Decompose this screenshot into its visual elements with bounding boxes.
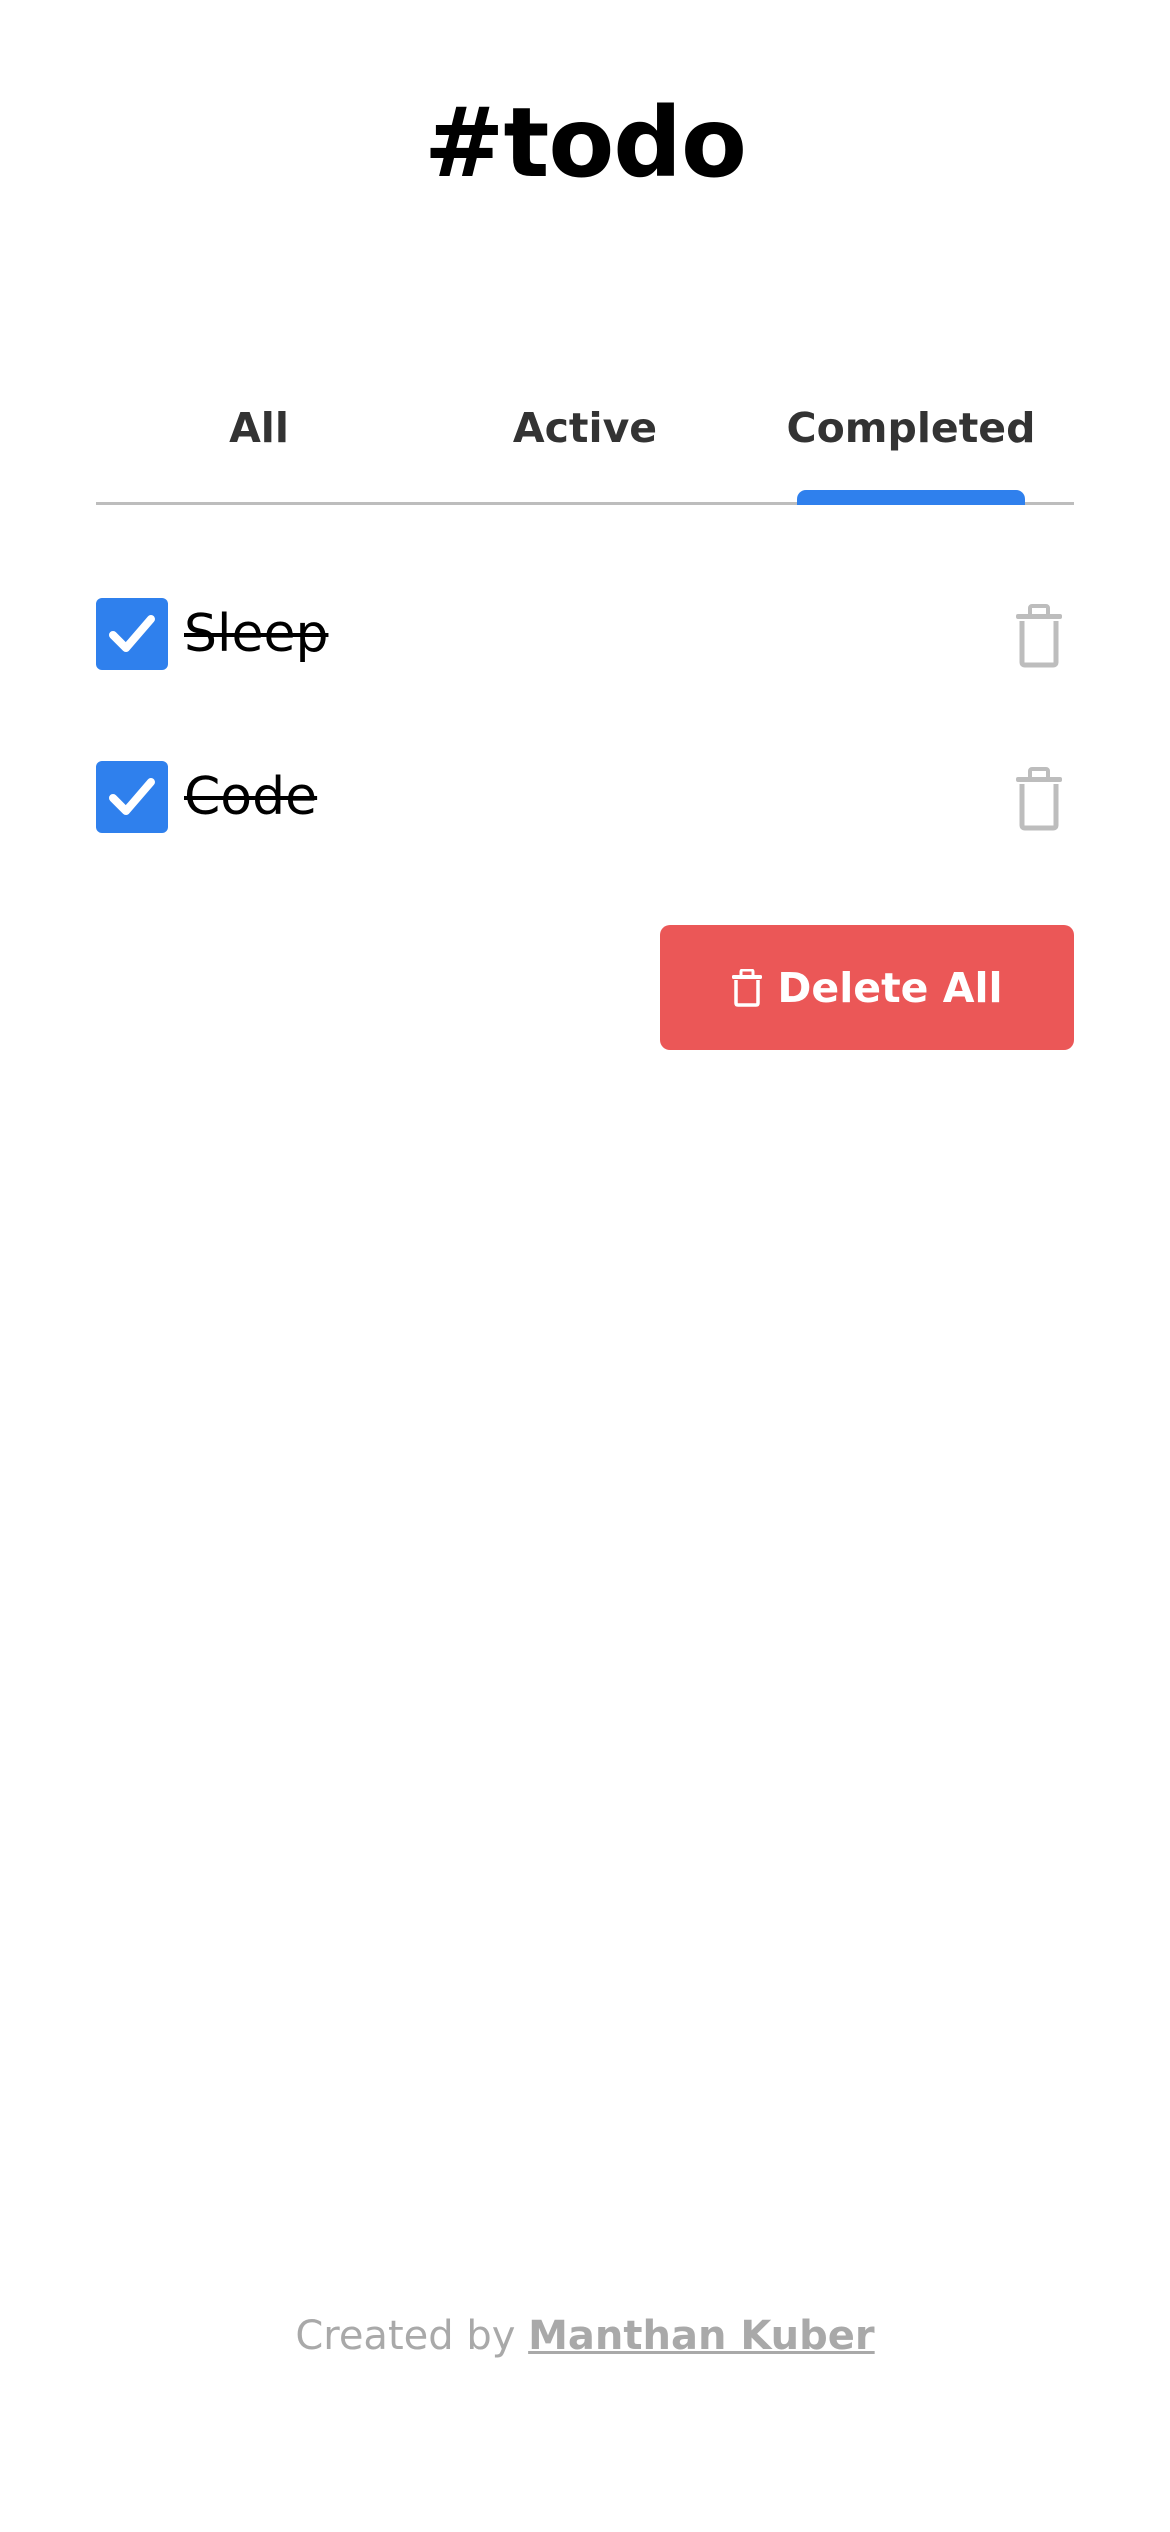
app-title: #todo bbox=[424, 87, 747, 199]
tab-completed[interactable]: Completed bbox=[748, 380, 1074, 505]
tab-all[interactable]: All bbox=[96, 380, 422, 502]
todo-item: Sleep bbox=[96, 598, 1074, 670]
trash-icon bbox=[732, 968, 763, 1007]
checkmark-icon bbox=[109, 615, 155, 652]
tab-active[interactable]: Active bbox=[422, 380, 748, 502]
todo-text: Sleep bbox=[184, 604, 329, 664]
checkmark-icon bbox=[109, 778, 155, 815]
delete-todo-button[interactable] bbox=[1014, 604, 1064, 668]
todo-text: Code bbox=[184, 767, 318, 827]
trash-icon bbox=[1016, 767, 1062, 831]
todo-checkbox[interactable] bbox=[96, 598, 168, 670]
delete-all-button[interactable]: Delete All bbox=[660, 925, 1074, 1050]
todo-list: Sleep Code bbox=[96, 598, 1074, 924]
author-link[interactable]: Manthan Kuber bbox=[528, 2313, 875, 2359]
footer: Created by Manthan Kuber bbox=[0, 2316, 1170, 2356]
active-tab-indicator bbox=[797, 490, 1025, 505]
tab-completed-label: Completed bbox=[786, 404, 1036, 452]
tab-active-label: Active bbox=[512, 404, 658, 452]
todo-item: Code bbox=[96, 761, 1074, 833]
todo-checkbox[interactable] bbox=[96, 761, 168, 833]
footer-prefix: Created by bbox=[295, 2313, 529, 2359]
delete-all-label: Delete All bbox=[777, 963, 1003, 1012]
filter-tabs: All Active Completed bbox=[96, 380, 1074, 505]
tab-all-label: All bbox=[229, 404, 289, 452]
trash-icon bbox=[1016, 604, 1062, 668]
delete-todo-button[interactable] bbox=[1014, 767, 1064, 831]
